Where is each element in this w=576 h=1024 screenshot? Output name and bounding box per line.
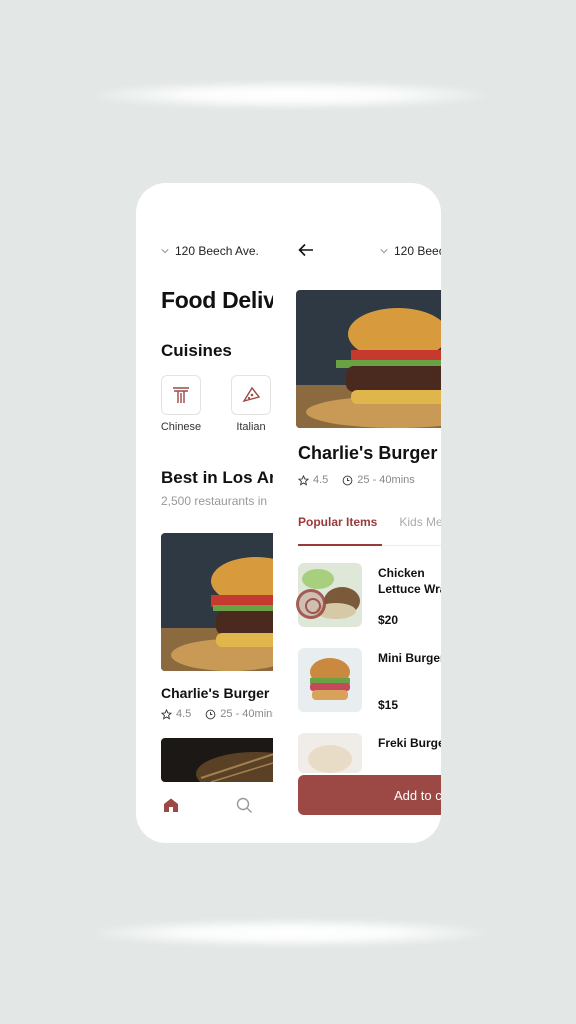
top-glow (95, 82, 485, 108)
item-price: $15 (378, 698, 399, 712)
burger-photo (296, 290, 441, 428)
home-screen: 120 Beech Ave. Food Delivery Cuisines Ch… (136, 183, 273, 843)
rating: 4.5 (313, 474, 329, 486)
phone-frame: 120 Beech Ave. Food Delivery Cuisines Ch… (136, 183, 441, 843)
add-to-cart-button[interactable]: Add to cart (298, 775, 441, 815)
nav-home[interactable] (163, 797, 179, 818)
touch-indicator (296, 589, 326, 619)
best-heading: Best in Los Angeles (161, 468, 273, 487)
cuisine-label: Chinese (160, 421, 202, 433)
clock-icon (342, 475, 353, 485)
arrow-left-icon (298, 243, 313, 257)
item-name: Mini Burger (378, 651, 441, 665)
best-subtitle: 2,500 restaurants in (161, 494, 268, 508)
item-thumbnail (298, 648, 362, 712)
item-thumbnail (298, 733, 362, 773)
cuisine-italian[interactable]: Italian (231, 375, 271, 433)
item-name: Freki Burger (378, 736, 441, 750)
location-text: 120 Beech Ave. (175, 244, 259, 258)
restaurant-meta: 4.5 25 - 40mins (298, 474, 415, 486)
item-name: Chicken Lettuce Wrap (378, 566, 441, 596)
cuisines-heading: Cuisines (161, 341, 232, 360)
star-icon (298, 474, 309, 486)
cuisine-label: Italian (236, 421, 266, 433)
back-button[interactable] (298, 243, 314, 262)
location-selector[interactable]: 120 Beech Ave. (161, 244, 259, 258)
chinese-cuisine-icon (173, 387, 189, 403)
tab-active-indicator (298, 544, 382, 546)
tab-popular-items[interactable]: Popular Items (298, 515, 377, 529)
location-selector[interactable]: 120 Beech Ave. (380, 244, 441, 258)
restaurant-title: Charlie's Burger (298, 443, 438, 463)
restaurant-hero-image (296, 290, 441, 428)
clock-icon (205, 709, 216, 719)
restaurant-meta: 4.5 25 - 40mins (161, 708, 273, 720)
pizza-icon (242, 386, 261, 403)
star-icon (161, 708, 172, 720)
chevron-down-icon (380, 249, 388, 254)
delivery-time: 25 - 40mins (357, 474, 415, 486)
cuisine-chinese[interactable]: Chinese (161, 375, 201, 433)
location-text: 120 Beech Ave. (394, 244, 441, 258)
delivery-time: 25 - 40mins (220, 708, 273, 720)
food-photo (161, 738, 273, 782)
burger-photo (161, 533, 273, 671)
restaurant-image[interactable] (161, 533, 273, 671)
bottom-glow (95, 920, 485, 946)
tab-kids-menu[interactable]: Kids Menu (399, 515, 441, 529)
nav-search[interactable] (236, 797, 253, 819)
menu-tabs: Popular Items Kids Menu (298, 515, 441, 529)
home-icon (164, 798, 178, 812)
search-icon (236, 797, 252, 813)
chevron-down-icon (161, 249, 169, 254)
page-title: Food Delivery (161, 287, 273, 313)
item-price: $20 (378, 613, 399, 627)
restaurant-name: Charlie's Burger (161, 685, 270, 701)
rating: 4.5 (176, 708, 192, 720)
restaurant-screen: 120 Beech Ave. Charlie's Burger 4.5 25 -… (282, 183, 441, 843)
restaurant-image-2[interactable] (161, 738, 273, 782)
